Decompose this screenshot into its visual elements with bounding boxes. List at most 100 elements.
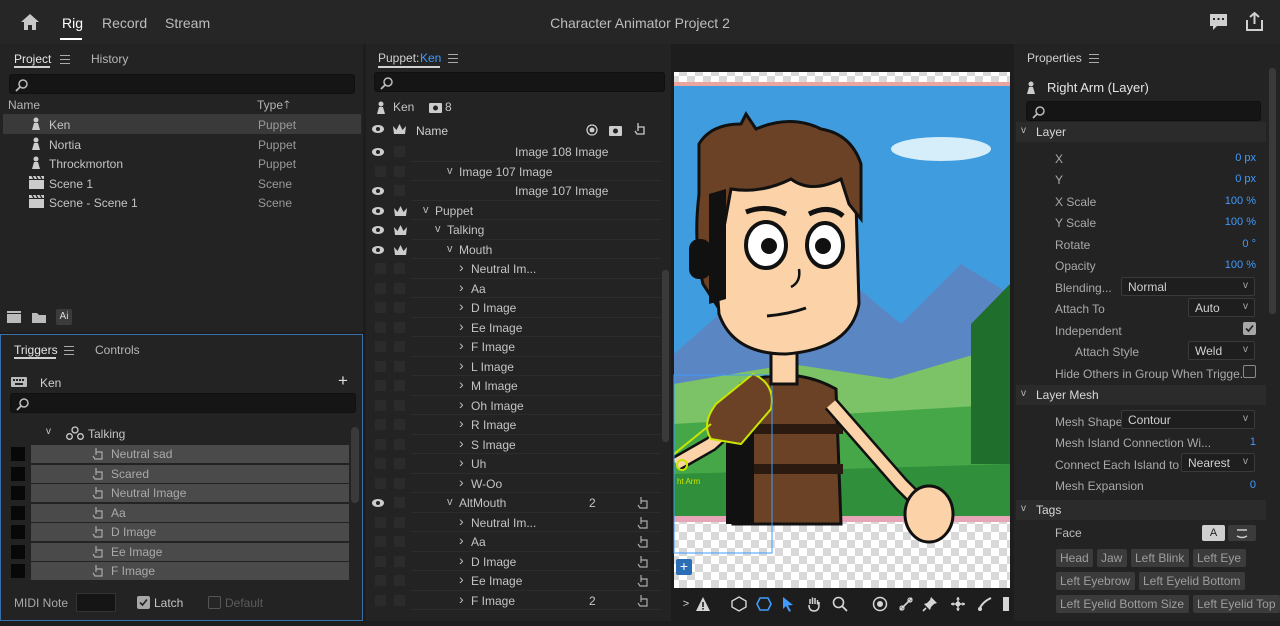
tag-toggle[interactable]	[394, 516, 405, 528]
tab-properties[interactable]: Properties	[1027, 51, 1082, 65]
layer-row[interactable]: v Talking	[367, 220, 661, 240]
visibility-toggle[interactable]	[375, 302, 386, 313]
chevron-down-icon[interactable]: v	[447, 165, 453, 177]
tag-chip[interactable]: Left Eyelid Bottom	[1139, 572, 1245, 590]
tag-toggle[interactable]	[394, 458, 405, 469]
trigger-hand-icon[interactable]	[637, 574, 649, 588]
layer-row[interactable]: › F Image 2	[367, 591, 661, 610]
eye-icon[interactable]	[372, 124, 384, 134]
layer-row[interactable]: › R Image	[367, 415, 661, 435]
puppet-panel-title[interactable]: Puppet:	[378, 51, 419, 65]
chevron-right-icon[interactable]: ›	[459, 532, 464, 548]
section-tags[interactable]: v Tags	[1016, 500, 1266, 520]
chevron-down-icon[interactable]: v	[46, 426, 51, 437]
tag-toggle[interactable]	[394, 477, 405, 489]
chevron-right-icon[interactable]: ›	[459, 474, 464, 490]
zoom-tool-icon[interactable]	[832, 596, 848, 612]
panel-menu-icon[interactable]	[1089, 54, 1099, 63]
tab-history[interactable]: History	[91, 52, 128, 66]
stick-tool-icon[interactable]	[898, 596, 914, 612]
attach-style-dropdown[interactable]: Weld v	[1188, 341, 1255, 360]
column-name[interactable]: Name	[8, 98, 40, 112]
puppet-panel-name[interactable]: Ken	[420, 51, 441, 65]
pin-tool-icon[interactable]	[922, 596, 938, 612]
x-scale-value[interactable]: 100 %	[1190, 195, 1256, 207]
visibility-toggle[interactable]	[375, 438, 386, 450]
trigger-hand-icon[interactable]	[637, 594, 649, 608]
layer-row[interactable]: › Uh	[367, 454, 661, 474]
project-item[interactable]: Scene 1 Scene	[3, 173, 361, 193]
crown-icon[interactable]	[394, 224, 407, 236]
layer-row[interactable]: › Aa	[367, 532, 661, 552]
chevron-right-icon[interactable]: ›	[459, 454, 464, 470]
visibility-toggle[interactable]	[375, 399, 386, 411]
trigger-row[interactable]: Ee Image	[31, 542, 349, 561]
tag-toggle[interactable]	[394, 185, 405, 196]
layer-row[interactable]: v Image 107 Image	[367, 162, 661, 181]
visibility-toggle[interactable]	[375, 321, 386, 333]
tab-project[interactable]: Project	[14, 52, 51, 66]
trigger-key-slot[interactable]	[11, 564, 25, 578]
layer-row[interactable]: › D Image	[367, 552, 661, 571]
visibility-toggle[interactable]	[375, 165, 386, 177]
chevron-right-icon[interactable]: ›	[459, 513, 464, 529]
tag-toggle[interactable]	[394, 282, 405, 294]
layer-row[interactable]: › M Image	[367, 376, 661, 396]
eye-icon[interactable]	[372, 245, 384, 255]
column-type[interactable]: Type	[257, 98, 283, 112]
dragger-tool-icon[interactable]	[950, 596, 966, 612]
latch-checkbox[interactable]	[137, 596, 150, 609]
feedback-icon[interactable]	[1209, 13, 1228, 31]
layer-row[interactable]: › Oh Image	[367, 396, 661, 415]
layer-row[interactable]: › W-Oo	[367, 474, 661, 493]
layer-row[interactable]: › L Image	[367, 357, 661, 376]
hide-others-checkbox[interactable]	[1243, 365, 1256, 378]
layer-row[interactable]: › D Image	[367, 298, 661, 318]
column-layer-name[interactable]: Name	[416, 124, 448, 138]
layer-row[interactable]: › S Image	[367, 435, 661, 454]
trigger-key-slot[interactable]	[11, 544, 25, 559]
scrollbar[interactable]	[662, 270, 669, 442]
visibility-toggle[interactable]	[375, 536, 386, 547]
mesh-island-value[interactable]: 1	[1210, 436, 1256, 448]
layer-row[interactable]: Image 107 Image	[367, 181, 661, 201]
sort-ascending-icon[interactable]: 🡑	[284, 96, 290, 115]
tag-toggle[interactable]	[394, 438, 405, 450]
visibility-toggle[interactable]	[375, 419, 386, 430]
visibility-toggle[interactable]	[375, 575, 386, 586]
select-tool-icon[interactable]	[780, 596, 796, 612]
eye-icon[interactable]	[372, 147, 384, 157]
rotate-value[interactable]: 0 °	[1190, 238, 1256, 250]
layer-row[interactable]: v Puppet	[367, 201, 661, 220]
more-tools-icon[interactable]	[1003, 597, 1009, 611]
mesh-shape-dropdown[interactable]: Contour v	[1121, 410, 1255, 429]
project-item[interactable]: Nortia Puppet	[3, 134, 361, 154]
chevron-right-icon[interactable]: ›	[459, 415, 464, 431]
new-folder-icon[interactable]	[31, 311, 47, 324]
tag-chip[interactable]: Left Eyelid Bottom Size	[1056, 595, 1189, 613]
share-icon[interactable]	[1245, 12, 1264, 32]
visibility-toggle[interactable]	[375, 458, 386, 469]
crown-icon[interactable]	[394, 205, 407, 217]
chevron-right-icon[interactable]: ›	[459, 435, 464, 451]
chevron-down-icon[interactable]: v	[447, 496, 453, 508]
trigger-row[interactable]: Neutral sad	[31, 445, 349, 463]
tag-chip[interactable]: Left Eye	[1193, 549, 1246, 567]
triggers-search-input[interactable]	[10, 393, 356, 413]
visibility-toggle[interactable]	[375, 341, 386, 352]
midi-note-input[interactable]	[76, 593, 116, 612]
tag-toggle[interactable]	[394, 380, 405, 391]
tag-chip[interactable]: Left Eyelid Top	[1193, 595, 1280, 613]
visibility-toggle[interactable]	[375, 516, 386, 528]
y-value[interactable]: 0 px	[1190, 173, 1256, 185]
trigger-hand-icon[interactable]	[637, 555, 649, 569]
tag-toggle[interactable]	[394, 575, 405, 586]
connect-island-dropdown[interactable]: Nearest v	[1181, 453, 1255, 472]
trigger-hand-icon[interactable]	[637, 496, 649, 510]
chevron-down-icon[interactable]: v	[435, 223, 441, 235]
trigger-key-slot[interactable]	[11, 505, 25, 520]
project-search-input[interactable]	[9, 74, 355, 94]
tag-chip[interactable]: Left Eyebrow	[1056, 572, 1135, 590]
eye-icon[interactable]	[372, 225, 384, 235]
puppet-search-input[interactable]	[374, 72, 665, 92]
